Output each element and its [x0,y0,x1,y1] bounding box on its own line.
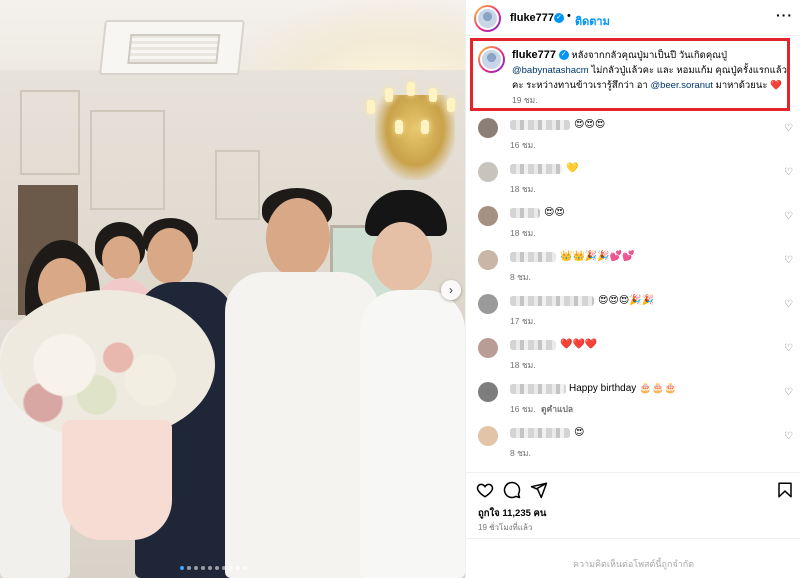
comment-time: 18 ชม. [510,228,536,238]
caption-mention-babynatashacm[interactable]: @babynatashacm [512,65,589,76]
comment-text: 😍 [574,427,585,438]
blurred-username [510,384,566,394]
post-timestamp[interactable]: 19 ชั่วโมงที่แล้ว [478,521,532,534]
comment-text: 😍😍😍 [574,119,606,130]
comment-time: 8 ชม. [510,448,531,458]
caption-line-1: หลังจากกลัวคุณปู่มาเป็นปี วันเกิดคุณปู่ [571,50,728,61]
comment-like-icon[interactable]: ♡ [784,167,793,178]
blurred-username [510,120,570,130]
comment-like-icon[interactable]: ♡ [784,387,793,398]
comment-item: 😍😍😍 16 ชม. ♡ [466,114,800,154]
comment-text: 👑👑🎉🎉💕💕 [560,251,635,262]
author-username[interactable]: fluke777 [510,12,554,24]
caption-mention-beer-soranut[interactable]: @beer.soranut [650,80,712,91]
comment-item: ❤️❤️❤️ 18 ชม. ♡ [466,334,800,374]
photo-wall-panel [20,90,80,175]
share-icon[interactable] [530,481,548,499]
post-photo[interactable]: › [0,0,465,578]
follow-button[interactable]: ติดตาม [575,12,610,30]
photo-wall-panel [90,110,165,210]
commenter-avatar[interactable] [478,426,498,446]
blurred-username [510,428,570,438]
comment-text: Happy birthday 🎂🎂🎂 [569,383,677,394]
comment-time: 18 ชม. [510,360,536,370]
like-icon[interactable] [476,481,494,499]
photo-wall-panel [215,150,260,220]
caption-line-3: มาหาด้วยนะ [715,80,768,91]
header-separator: • [567,10,571,22]
comment-item: Happy birthday 🎂🎂🎂 16 ชม. ดูคำแปล ♡ [466,378,800,418]
caption-heart-emoji: ❤️ [770,80,782,91]
comment-item: 💛 18 ชม. ♡ [466,158,800,198]
commenter-avatar[interactable] [478,206,498,226]
comment-like-icon[interactable]: ♡ [784,211,793,222]
comment-like-icon[interactable]: ♡ [784,255,793,266]
comment-like-icon[interactable]: ♡ [784,123,793,134]
commenter-avatar[interactable] [478,294,498,314]
more-options-icon[interactable]: ··· [776,7,793,23]
comment-time: 17 ชม. [510,316,536,326]
comment-text: 😍😍 [544,207,565,218]
post-side-panel: fluke777 ✓ • ติดตาม ··· fluke777 ✓ หลังจ… [465,0,800,578]
photo-flower-bouquet [0,290,215,440]
comment-like-icon[interactable]: ♡ [784,431,793,442]
comment-time: 8 ชม. [510,272,531,282]
comment-text: 😍😍😍🎉🎉 [598,295,655,306]
verified-badge-icon: ✓ [554,13,564,23]
comments-restricted-notice: ความคิดเห็นต่อโพสต์นี้ถูกจำกัด [466,538,800,578]
blurred-username [510,208,540,218]
verified-badge-icon: ✓ [558,50,569,61]
caption-time: 19 ชม. [512,95,538,105]
see-translation-link[interactable]: ดูคำแปล [541,402,573,416]
author-avatar[interactable] [474,5,501,32]
comment-item: 👑👑🎉🎉💕💕 8 ชม. ♡ [466,246,800,286]
photo-carousel-dots [180,566,247,570]
photo-flower-box [62,420,172,540]
comment-item: 😍 8 ชม. ♡ [466,422,800,462]
post-header: fluke777 ✓ • ติดตาม ··· [466,0,800,36]
comment-item: 😍😍😍🎉🎉 17 ชม. ♡ [466,290,800,330]
photo-ceiling-ac [99,20,245,75]
blurred-username [510,252,556,262]
comment-like-icon[interactable]: ♡ [784,343,793,354]
caption-text: fluke777 ✓ หลังจากกลัวคุณปู่มาเป็นปี วัน… [512,48,790,93]
caption-username[interactable]: fluke777 [512,49,556,61]
commenter-avatar[interactable] [478,118,498,138]
blurred-username [510,164,562,174]
comment-icon[interactable] [503,481,521,499]
commenter-avatar[interactable] [478,250,498,270]
commenter-avatar[interactable] [478,338,498,358]
comment-text: 💛 [566,163,579,174]
photo-chandelier [355,40,465,190]
likes-count[interactable]: ถูกใจ 11,235 คน [478,506,546,521]
commenter-avatar[interactable] [478,382,498,402]
blurred-username [510,340,556,350]
comment-time: 16 ชม. [510,404,536,414]
next-photo-icon[interactable]: › [441,280,461,300]
post-actions-bar [466,472,800,504]
caption-author-avatar[interactable] [478,46,505,73]
comment-like-icon[interactable]: ♡ [784,299,793,310]
save-icon[interactable] [776,481,794,499]
comment-item: 😍😍 18 ชม. ♡ [466,202,800,242]
comment-text: ❤️❤️❤️ [560,339,598,350]
commenter-avatar[interactable] [478,162,498,182]
comment-time: 16 ชม. [510,140,536,150]
comment-time: 18 ชม. [510,184,536,194]
blurred-username [510,296,594,306]
